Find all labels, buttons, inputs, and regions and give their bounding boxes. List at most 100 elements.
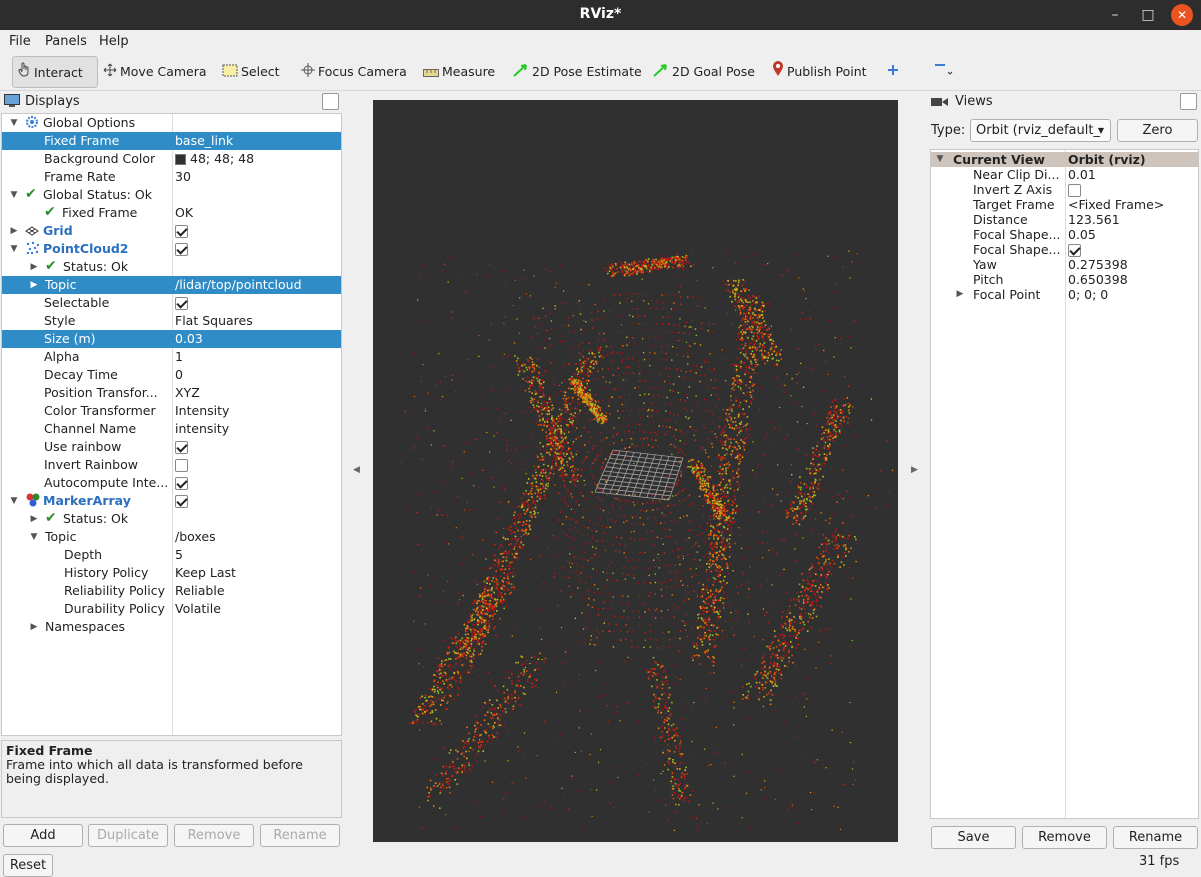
move-camera-tool[interactable]: Move Camera xyxy=(103,56,207,88)
display-row-value[interactable]: Flat Squares xyxy=(175,312,253,330)
view-property-value[interactable]: 0.650398 xyxy=(1068,272,1128,287)
view-property-value[interactable]: 0; 0; 0 xyxy=(1068,287,1108,302)
rename-display-button[interactable]: Rename xyxy=(260,824,340,847)
view-type-select[interactable]: Orbit (rviz_default_ ▼ xyxy=(970,119,1111,142)
checkbox[interactable] xyxy=(1068,184,1081,197)
render-viewport[interactable] xyxy=(373,100,898,842)
collapse-left-arrow-icon[interactable]: ◀ xyxy=(353,465,360,475)
display-row-value[interactable] xyxy=(175,456,188,474)
expand-arrow-icon[interactable]: ▼ xyxy=(9,240,19,258)
color-swatch[interactable] xyxy=(175,154,186,165)
display-row[interactable]: ▶Namespaces xyxy=(2,618,342,636)
display-row[interactable]: ✔Fixed FrameOK xyxy=(2,204,342,222)
display-row[interactable]: ▶Topic/lidar/top/pointcloud xyxy=(2,276,342,294)
view-property-value[interactable]: 123.561 xyxy=(1068,212,1120,227)
menu-panels[interactable]: Panels xyxy=(45,34,87,49)
display-row-value[interactable]: intensity xyxy=(175,420,229,438)
expand-arrow-icon[interactable]: ▼ xyxy=(9,492,19,510)
checkbox[interactable] xyxy=(175,477,188,490)
collapse-arrow-icon[interactable]: ▶ xyxy=(29,276,39,294)
checkbox[interactable] xyxy=(175,459,188,472)
interact-tool[interactable]: Interact xyxy=(12,56,98,88)
display-row-value[interactable] xyxy=(175,492,188,510)
remove-view-button[interactable]: Remove xyxy=(1022,826,1107,849)
view-property-value[interactable]: 0.01 xyxy=(1068,167,1096,182)
checkbox[interactable] xyxy=(1068,244,1081,257)
display-row-value[interactable]: Keep Last xyxy=(175,564,236,582)
display-row[interactable]: ▼✔Global Status: Ok xyxy=(2,186,342,204)
view-property-row[interactable]: Distance123.561 xyxy=(931,212,1199,227)
checkbox[interactable] xyxy=(175,243,188,256)
menu-help[interactable]: Help xyxy=(99,34,129,49)
duplicate-display-button[interactable]: Duplicate xyxy=(88,824,168,847)
display-row[interactable]: History PolicyKeep Last xyxy=(2,564,342,582)
display-row-value[interactable]: 0 xyxy=(175,366,183,384)
display-row-value[interactable]: Intensity xyxy=(175,402,229,420)
display-row-value[interactable]: base_link xyxy=(175,132,233,150)
display-row-value[interactable]: 30 xyxy=(175,168,191,186)
display-row[interactable]: Reliability PolicyReliable xyxy=(2,582,342,600)
view-property-row[interactable]: Yaw0.275398 xyxy=(931,257,1199,272)
publish-point-tool[interactable]: Publish Point xyxy=(772,56,867,88)
expand-arrow-icon[interactable]: ▼ xyxy=(935,152,945,167)
menu-file[interactable]: File xyxy=(9,34,31,49)
display-row[interactable]: ▼Global Options xyxy=(2,114,342,132)
expand-arrow-icon[interactable]: ▼ xyxy=(9,186,19,204)
view-property-row[interactable]: ▶Focal Point0; 0; 0 xyxy=(931,287,1199,302)
remove-display-button[interactable]: Remove xyxy=(174,824,254,847)
display-row[interactable]: StyleFlat Squares xyxy=(2,312,342,330)
display-row[interactable]: Color TransformerIntensity xyxy=(2,402,342,420)
collapse-arrow-icon[interactable]: ▶ xyxy=(29,510,39,528)
display-row-value[interactable]: OK xyxy=(175,204,193,222)
checkbox[interactable] xyxy=(175,495,188,508)
view-property-value[interactable]: 0.275398 xyxy=(1068,257,1128,272)
display-row[interactable]: Background Color48; 48; 48 xyxy=(2,150,342,168)
display-row[interactable]: ▶✔Status: Ok xyxy=(2,510,342,528)
collapse-arrow-icon[interactable]: ▶ xyxy=(955,287,965,302)
display-row[interactable]: Alpha1 xyxy=(2,348,342,366)
checkbox[interactable] xyxy=(175,441,188,454)
view-property-row[interactable]: Near Clip Di...0.01 xyxy=(931,167,1199,182)
add-tool-button[interactable] xyxy=(886,56,902,88)
select-tool[interactable]: Select xyxy=(222,56,280,88)
display-row[interactable]: Durability PolicyVolatile xyxy=(2,600,342,618)
display-row-value[interactable] xyxy=(175,240,188,258)
display-row[interactable]: ▼Topic/boxes xyxy=(2,528,342,546)
display-row-value[interactable]: Reliable xyxy=(175,582,225,600)
collapse-arrow-icon[interactable]: ▶ xyxy=(9,222,19,240)
expand-arrow-icon[interactable]: ▼ xyxy=(29,528,39,546)
maximize-icon[interactable]: □ xyxy=(1137,4,1159,26)
display-row-value[interactable]: XYZ xyxy=(175,384,200,402)
view-property-row[interactable]: Pitch0.650398 xyxy=(931,272,1199,287)
view-property-value[interactable] xyxy=(1068,182,1081,197)
remove-tool-button[interactable] xyxy=(933,56,955,88)
display-row-value[interactable]: 5 xyxy=(175,546,183,564)
checkbox[interactable] xyxy=(175,225,188,238)
measure-tool[interactable]: Measure xyxy=(423,56,495,88)
display-row[interactable]: Invert Rainbow xyxy=(2,456,342,474)
close-icon[interactable]: ✕ xyxy=(1171,4,1193,26)
display-row-value[interactable] xyxy=(175,438,188,456)
display-row[interactable]: Use rainbow xyxy=(2,438,342,456)
view-property-row[interactable]: Focal Shape... xyxy=(931,242,1199,257)
display-row-value[interactable]: 48; 48; 48 xyxy=(175,150,254,168)
view-property-row[interactable]: Invert Z Axis xyxy=(931,182,1199,197)
display-row-value[interactable]: /lidar/top/pointcloud xyxy=(175,276,302,294)
display-row-value[interactable] xyxy=(175,474,188,492)
view-property-row[interactable]: Target Frame<Fixed Frame> xyxy=(931,197,1199,212)
minimize-icon[interactable]: – xyxy=(1104,4,1126,26)
checkbox[interactable] xyxy=(175,297,188,310)
display-row[interactable]: Depth5 xyxy=(2,546,342,564)
display-row-value[interactable]: Volatile xyxy=(175,600,221,618)
view-property-value[interactable] xyxy=(1068,242,1081,257)
display-row-value[interactable] xyxy=(175,222,188,240)
collapse-arrow-icon[interactable]: ▶ xyxy=(29,618,39,636)
display-row[interactable]: Decay Time0 xyxy=(2,366,342,384)
display-row[interactable]: Autocompute Inte... xyxy=(2,474,342,492)
expand-arrow-icon[interactable]: ▼ xyxy=(9,114,19,132)
display-row[interactable]: Fixed Framebase_link xyxy=(2,132,342,150)
display-row[interactable]: Position Transfor...XYZ xyxy=(2,384,342,402)
display-row[interactable]: Frame Rate30 xyxy=(2,168,342,186)
view-property-value[interactable]: <Fixed Frame> xyxy=(1068,197,1164,212)
zero-button[interactable]: Zero xyxy=(1117,119,1198,142)
